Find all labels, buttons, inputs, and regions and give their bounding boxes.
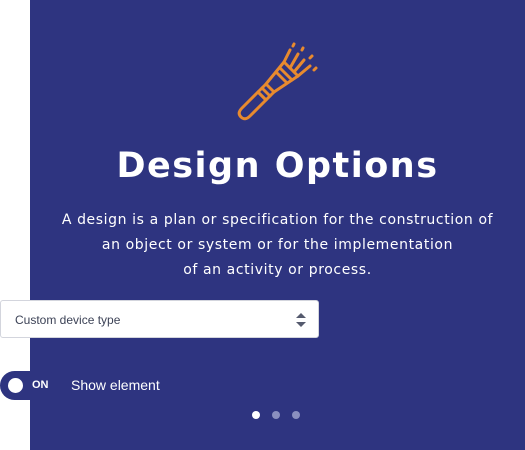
description-line: an object or system or for the implement…: [101, 237, 454, 253]
toggle-knob: [8, 378, 23, 393]
pagination-dot-1[interactable]: [252, 411, 260, 419]
pagination-dot-2[interactable]: [272, 411, 280, 419]
toggle-state: ON: [32, 379, 49, 391]
description-line: A design is a plan or specification for …: [61, 212, 494, 228]
sort-arrows-icon: [296, 313, 306, 327]
paintbrush-icon: [237, 42, 318, 121]
pagination-dot-3[interactable]: [292, 411, 300, 419]
description-line: of an activity or process.: [183, 262, 372, 278]
show-element-label: Show element: [71, 377, 160, 393]
show-element-toggle[interactable]: ON: [0, 371, 60, 400]
page-title: Design Options: [116, 146, 439, 186]
device-type-value: Custom device type: [15, 313, 121, 327]
device-type-select[interactable]: Custom device type: [0, 300, 319, 338]
slide-description: A design is a plan or specification for …: [60, 208, 495, 283]
